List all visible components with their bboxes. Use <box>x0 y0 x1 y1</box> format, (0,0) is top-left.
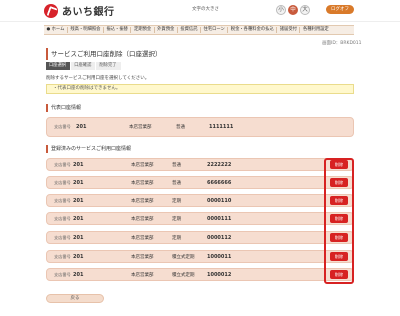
branch-number: 201 <box>73 215 84 222</box>
delete-button[interactable]: 削除 <box>330 270 348 279</box>
instruction-text: 削除するサービスご利用口座を選択してください。 <box>46 76 150 81</box>
font-size-small-button[interactable]: 小 <box>276 5 286 15</box>
delete-button[interactable]: 削除 <box>330 252 348 261</box>
delete-button[interactable]: 削除 <box>330 178 348 187</box>
branch-name: 本店営業部 <box>131 235 154 241</box>
table-row: 支店番号 201 本店営業部 積立式定期 1000012 <box>46 268 354 281</box>
branch-label: 支店番号 <box>54 161 71 167</box>
table-row: 支店番号 201 本店営業部 定期 0000111 <box>46 212 354 225</box>
font-size-large-button[interactable]: 大 <box>300 5 310 15</box>
registered-section-title: 登録済みのサービスご利用口座情報 <box>46 145 354 153</box>
nav-item-balance[interactable]: 残高・明細照会 <box>68 27 104 33</box>
branch-label: 支店番号 <box>54 197 71 203</box>
account-number: 0000112 <box>207 234 232 241</box>
warning-text: 代表口座の削除はできません。 <box>57 86 121 91</box>
branch-name: 本店営業部 <box>131 162 154 168</box>
bank-name: あいち銀行 <box>62 7 115 18</box>
delete-button[interactable]: 削除 <box>330 196 348 205</box>
branch-label: 支店番号 <box>54 215 71 221</box>
branch-name: 本店営業部 <box>129 125 152 130</box>
account-type: 定期 <box>172 198 181 204</box>
branch-name: 本店営業部 <box>131 254 154 260</box>
branch-label: 支店番号 <box>54 271 71 277</box>
branch-label: 支店番号 <box>54 124 71 129</box>
nav-item-label: ホーム <box>51 27 65 32</box>
branch-number: 201 <box>73 197 84 204</box>
nav-item-settings[interactable]: 各種利用設定 <box>300 27 331 33</box>
account-number: 0000111 <box>207 215 232 222</box>
delete-button[interactable]: 削除 <box>330 160 348 169</box>
nav-item-housing-loan[interactable]: 住宅ローン <box>201 27 229 33</box>
nav-item-home[interactable]: ● ホーム <box>44 27 68 33</box>
account-number: 1111111 <box>209 124 234 130</box>
step-indicator: 口座選択 口座確認 削除完了 <box>46 62 122 70</box>
account-number: 1000011 <box>207 253 232 260</box>
nav-item-tax-payment[interactable]: 税金・各種料金の払込 <box>228 27 278 33</box>
account-type: 定期 <box>172 235 181 241</box>
account-type: 普通 <box>172 180 181 186</box>
branch-number: 201 <box>73 179 84 186</box>
branch-number: 201 <box>73 271 84 278</box>
account-type: 普通 <box>172 162 181 168</box>
branch-number: 201 <box>73 253 84 260</box>
branch-number: 201 <box>76 124 87 130</box>
nav-item-transfer[interactable]: 振込・振替 <box>104 27 132 33</box>
table-row: 支店番号 201 本店営業部 普通 6666666 <box>46 176 354 189</box>
account-number: 6666666 <box>207 179 232 186</box>
branch-name: 本店営業部 <box>131 216 154 222</box>
branch-label: 支店番号 <box>54 234 71 240</box>
account-type: 普通 <box>176 125 185 130</box>
back-button[interactable]: 戻る <box>46 294 104 303</box>
step-select: 口座選択 <box>46 62 71 70</box>
screen-id: 画面ID：BRKD011 <box>322 41 362 46</box>
logout-button[interactable]: ログオフ <box>326 5 354 14</box>
representative-account-row: 支店番号 201 本店営業部 普通 1111111 <box>46 117 354 137</box>
font-size-medium-button[interactable]: 中 <box>288 5 298 15</box>
account-number: 1000012 <box>207 271 232 278</box>
page-title: サービスご利用口座削除（口座選択） <box>46 48 354 60</box>
branch-label: 支店番号 <box>54 179 71 185</box>
step-confirm: 口座確認 <box>71 62 96 70</box>
warning-message: ・代表口座の削除はできません。 <box>46 84 354 94</box>
account-type: 積立式定期 <box>172 254 195 260</box>
account-number: 2222222 <box>207 161 232 168</box>
nav-item-notifications[interactable]: 諸届受付 <box>277 27 301 33</box>
nav-item-time-deposit[interactable]: 定期預金 <box>131 27 155 33</box>
table-row: 支店番号 201 本店営業部 積立式定期 1000011 <box>46 250 354 263</box>
account-type: 積立式定期 <box>172 272 195 278</box>
header: あいち銀行 文字の大きさ 小 中 大 ログオフ <box>0 0 400 22</box>
account-number: 0000110 <box>207 197 232 204</box>
bank-logo-icon <box>44 3 58 18</box>
branch-name: 本店営業部 <box>131 198 154 204</box>
step-complete: 削除完了 <box>96 62 121 70</box>
delete-button[interactable]: 削除 <box>330 214 348 223</box>
representative-section-title: 代表口座情報 <box>46 104 354 112</box>
branch-label: 支店番号 <box>54 253 71 259</box>
branch-number: 201 <box>73 161 84 168</box>
bank-logo[interactable]: あいち銀行 <box>44 3 115 18</box>
branch-number: 201 <box>73 234 84 241</box>
table-row: 支店番号 201 本店営業部 定期 0000110 <box>46 194 354 207</box>
font-size-label: 文字の大きさ <box>192 7 219 12</box>
global-nav: ● ホーム 残高・明細照会 振込・振替 定期預金 外貨預金 投資信託 住宅ローン… <box>44 25 354 35</box>
table-row: 支店番号 201 本店営業部 定期 0000112 <box>46 231 354 244</box>
branch-name: 本店営業部 <box>131 272 154 278</box>
table-row: 支店番号 201 本店営業部 普通 2222222 <box>46 158 354 171</box>
nav-item-foreign-deposit[interactable]: 外貨預金 <box>155 27 178 33</box>
nav-item-investment[interactable]: 投資信託 <box>178 27 202 33</box>
delete-button[interactable]: 削除 <box>330 233 348 242</box>
branch-name: 本店営業部 <box>131 180 154 186</box>
account-type: 定期 <box>172 216 181 222</box>
